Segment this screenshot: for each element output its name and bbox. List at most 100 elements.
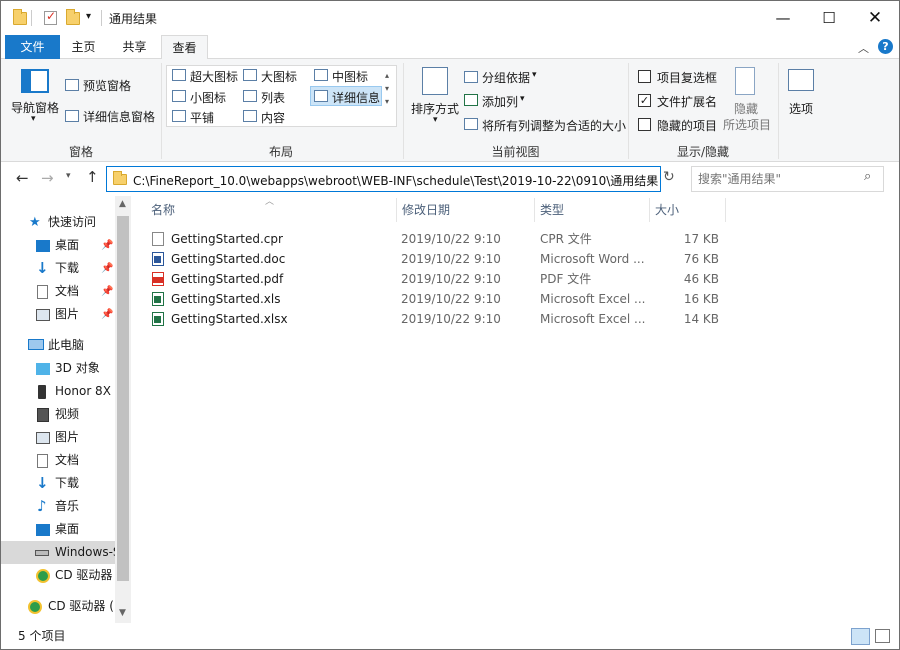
minimize-button[interactable]: — [760,1,806,35]
nav-cd-drive-d[interactable]: CD 驱动器 (D [1,595,115,618]
tab-view[interactable]: 查看 [161,35,208,60]
file-name: GettingStarted.cpr [171,232,283,246]
nav-3d-objects[interactable]: 3D 对象 [1,357,131,380]
nav-cd-drive[interactable]: CD 驱动器 [1,564,131,587]
nav-quick-downloads[interactable]: ↓ 下载 📌 [1,257,131,280]
add-column-button[interactable]: 添加列 [482,93,518,110]
nav-phone-label: Honor 8X [55,384,111,398]
new-folder-icon[interactable] [66,9,80,25]
search-input[interactable] [698,170,858,188]
options-button[interactable]: 选项 [789,100,813,117]
panes-group-label: 窗格 [68,145,93,159]
layout-large[interactable]: 大图标 [261,68,297,85]
details-pane-button[interactable]: 详细信息窗格 [83,108,155,125]
file-size: 17 KB [683,232,719,246]
item-checkboxes-checkbox[interactable] [638,70,651,83]
address-bar[interactable]: C:\FineReport_10.0\webapps\webroot\WEB-I… [106,166,661,192]
nav-quick-documents[interactable]: 文档 📌 [1,280,131,303]
file-extensions-label[interactable]: 文件扩展名 [657,93,717,110]
maximize-button[interactable]: ☐ [806,1,852,35]
nav-this-pc[interactable]: 此电脑 [1,334,131,357]
preview-pane-button[interactable]: 预览窗格 [83,77,131,94]
address-folder-icon [113,171,127,185]
file-size: 76 KB [683,252,719,266]
file-date: 2019/10/22 9:10 [401,312,501,326]
nav-quick-access-label: 快速访问 [48,215,97,229]
nav-documents[interactable]: 文档 [1,449,131,472]
close-button[interactable]: ✕ [852,1,898,35]
tiles-icon [172,110,186,122]
column-size[interactable]: 大小 [655,198,679,222]
details-icon [314,90,328,102]
gallery-scroll-icon[interactable]: ▴ ▾ ▾ [385,69,389,108]
file-type: Microsoft Excel ... [540,292,646,306]
nav-windows-drive[interactable]: Windows-S [1,541,115,564]
nav-scrollbar-thumb[interactable] [117,216,129,581]
layout-details[interactable]: 详细信息 [332,89,380,106]
nav-windows-drive-label: Windows-S [55,545,115,559]
recent-locations-icon[interactable]: ▾ [66,171,71,181]
layout-content[interactable]: 内容 [261,109,285,126]
table-row[interactable]: GettingStarted.doc 2019/10/22 9:10 Micro… [147,249,727,269]
large-icons-view-icon[interactable] [875,629,890,643]
nav-pictures[interactable]: 图片 [1,426,131,449]
nav-quick-pictures[interactable]: 图片 📌 [1,303,131,326]
nav-scrollbar[interactable]: ▲ ▼ [115,196,131,623]
nav-quick-downloads-label: 下载 [55,261,80,275]
layout-medium[interactable]: 中图标 [332,68,368,85]
nav-quick-desktop[interactable]: 桌面 📌 [1,234,131,257]
address-dropdown-icon[interactable]: ⌄ [645,171,654,184]
medium-icons-icon [314,69,328,81]
nav-quick-access[interactable]: ★ 快速访问 [1,211,131,234]
column-type[interactable]: 类型 [540,198,564,222]
table-row[interactable]: GettingStarted.xls 2019/10/22 9:10 Micro… [147,289,727,309]
address-path[interactable]: C:\FineReport_10.0\webapps\webroot\WEB-I… [133,172,658,189]
table-row[interactable]: GettingStarted.xlsx 2019/10/22 9:10 Micr… [147,309,727,329]
tab-share[interactable]: 共享 [111,35,158,59]
help-icon[interactable]: ? [878,39,893,54]
layout-tiles[interactable]: 平铺 [190,109,214,126]
column-date[interactable]: 修改日期 [402,198,450,222]
nav-music[interactable]: ♪ 音乐 [1,495,131,518]
file-extensions-checkbox[interactable]: ✓ [638,94,651,107]
document-icon [37,454,48,468]
nav-desktop-label: 桌面 [55,522,80,536]
refresh-icon[interactable]: ↻ [663,169,675,185]
pin-icon: 📌 [101,263,114,274]
hidden-items-checkbox[interactable] [638,118,651,131]
pin-icon: 📌 [101,240,114,251]
table-row[interactable]: GettingStarted.cpr 2019/10/22 9:10 CPR 文… [147,229,727,249]
details-pane-icon [65,110,79,122]
details-view-icon[interactable] [851,628,870,645]
layout-small[interactable]: 小图标 [190,89,226,106]
fit-columns-button[interactable]: 将所有列调整为合适的大小 [482,117,626,134]
hide-selected-label-2[interactable]: 所选项目 [723,116,771,133]
nav-downloads[interactable]: ↓ 下载 [1,472,131,495]
hide-selected-icon [735,67,755,95]
back-button[interactable]: ← [16,169,29,187]
layout-extra-large[interactable]: 超大图标 [190,68,238,85]
quick-access-dropdown-icon[interactable]: ▾ [86,11,91,22]
tab-file[interactable]: 文件 [5,35,60,59]
hidden-items-label[interactable]: 隐藏的项目 [657,117,717,134]
nav-videos-label: 视频 [55,407,80,421]
title-bar: ✓ ▾ 通用结果 — ☐ ✕ [1,1,899,35]
search-icon[interactable]: ⌕ [864,169,871,184]
tab-home[interactable]: 主页 [60,35,107,59]
up-button[interactable]: ↑ [86,168,99,186]
collapse-ribbon-icon[interactable]: ︿ [858,40,869,56]
fit-columns-icon [464,118,478,130]
hide-selected-label[interactable]: 隐藏 [734,100,758,117]
table-row[interactable]: GettingStarted.pdf 2019/10/22 9:10 PDF 文… [147,269,727,289]
nav-desktop[interactable]: 桌面 [1,518,131,541]
column-name[interactable]: 名称 [151,198,175,222]
nav-videos[interactable]: 视频 [1,403,131,426]
layout-list[interactable]: 列表 [261,89,285,106]
nav-phone[interactable]: Honor 8X [1,380,131,403]
properties-icon[interactable]: ✓ [44,9,57,25]
item-checkboxes-label[interactable]: 项目复选框 [657,69,717,86]
file-date: 2019/10/22 9:10 [401,252,501,266]
forward-button[interactable]: → [41,169,54,187]
group-by-button[interactable]: 分组依据 [482,69,530,86]
search-box[interactable]: ⌕ [691,166,884,192]
